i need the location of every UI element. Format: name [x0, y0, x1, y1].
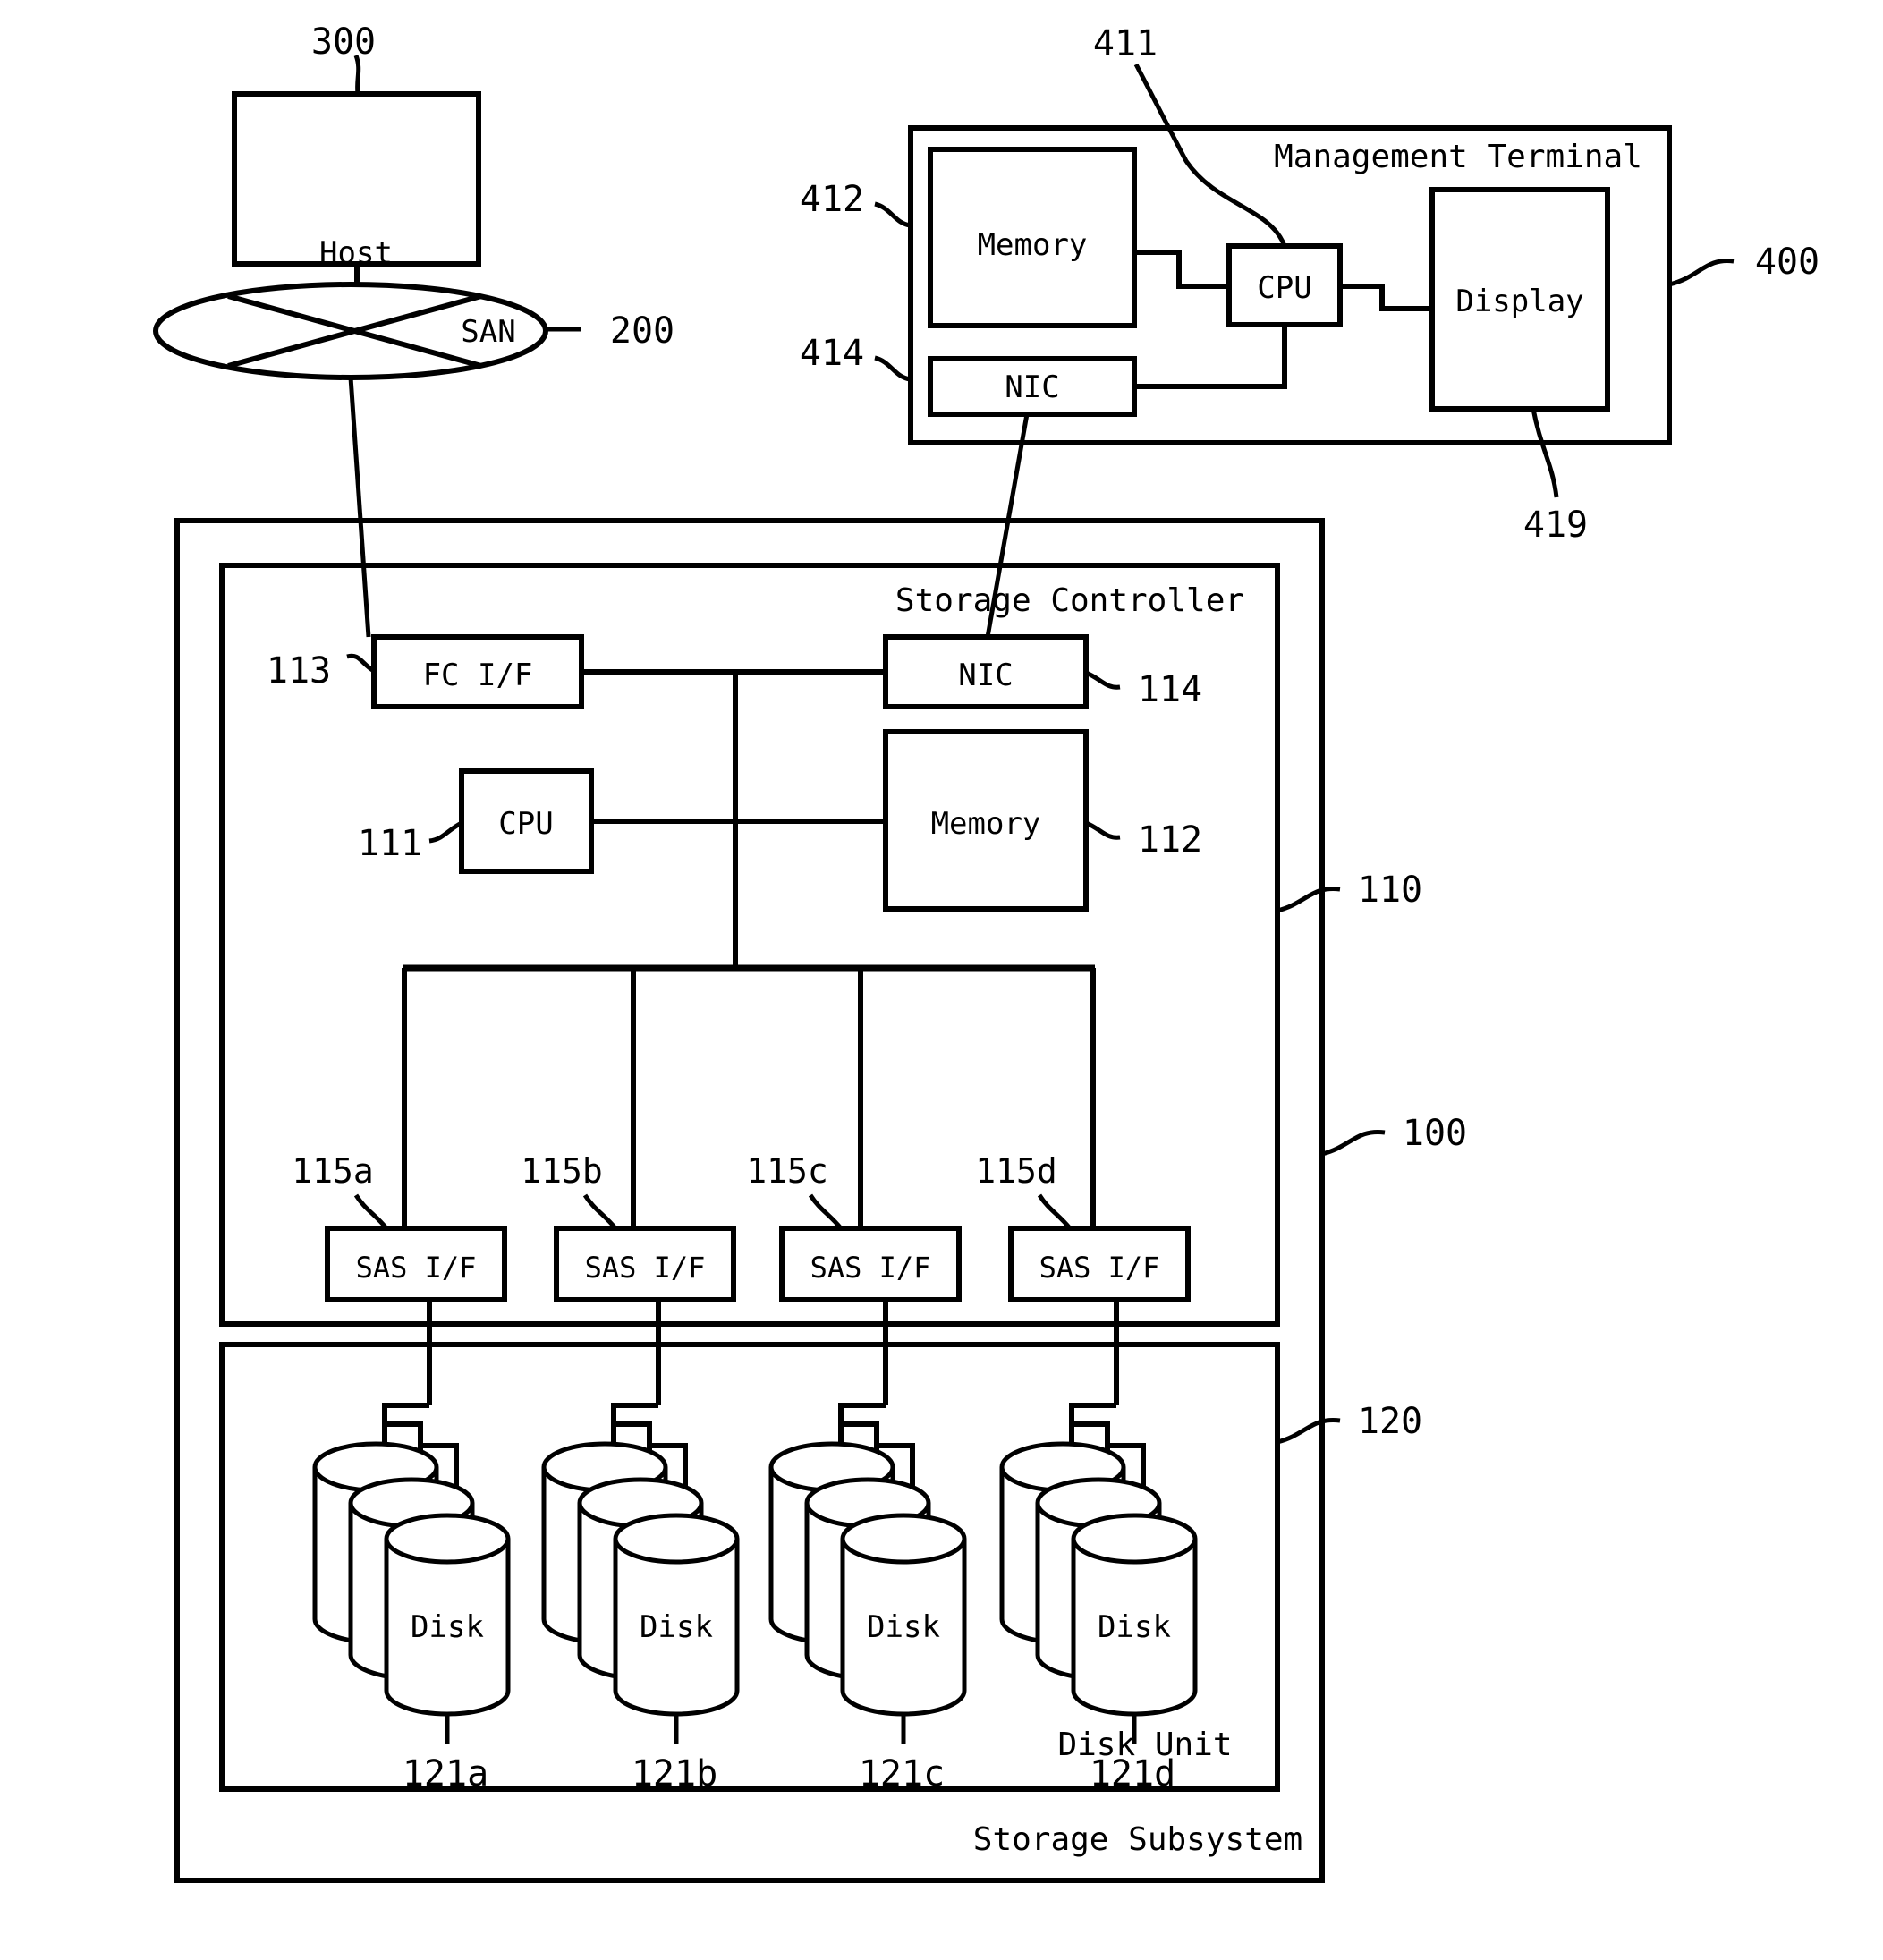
- mt-nic-label: NIC: [1005, 369, 1059, 405]
- storage-controller-title: Storage Controller: [895, 582, 1244, 619]
- system-diagram: Host 300 SAN 200 Management Terminal 400…: [0, 0, 1883, 1960]
- storage-nic-ref-number: 114: [1138, 669, 1202, 710]
- storage-subsystem-ref-number: 100: [1403, 1113, 1467, 1154]
- mt-nic-ref-number: 414: [800, 333, 864, 374]
- disk-unit-ref-number: 120: [1358, 1401, 1422, 1442]
- management-terminal-ref-number: 400: [1755, 242, 1819, 283]
- storage-memory-ref-number: 112: [1138, 819, 1202, 861]
- disk-ref-number-c: 121c: [859, 1753, 945, 1795]
- storage-nic-block: NIC: [883, 634, 1089, 709]
- mt-memory-label: Memory: [978, 227, 1088, 263]
- disk-label-c: Disk: [867, 1609, 940, 1645]
- fc-if-ref-number: 113: [267, 650, 331, 692]
- mt-memory-ref-number: 412: [800, 179, 864, 220]
- sas-if-block-c: SAS I/F: [779, 1226, 962, 1302]
- mt-cpu-ref-number: 411: [1093, 23, 1158, 64]
- storage-cpu-label: CPU: [498, 806, 553, 842]
- disk-label-d: Disk: [1098, 1609, 1171, 1645]
- sas-if-block-b: SAS I/F: [554, 1226, 736, 1302]
- mt-display-label: Display: [1455, 284, 1583, 319]
- sas-if-block-d: SAS I/F: [1008, 1226, 1191, 1302]
- san-cloud: SAN: [153, 282, 548, 380]
- disk-ref-number-d: 121d: [1090, 1753, 1175, 1795]
- mt-cpu-block: CPU: [1226, 243, 1343, 327]
- sas-if-ref-number-d: 115d: [975, 1151, 1057, 1191]
- storage-memory-block: Memory: [883, 729, 1089, 912]
- sas-if-label-b: SAS I/F: [585, 1251, 706, 1285]
- san-ref-number: 200: [610, 310, 674, 352]
- sas-if-ref-number-b: 115b: [521, 1151, 603, 1191]
- disk-label-b: Disk: [640, 1609, 713, 1645]
- sas-if-block-a: SAS I/F: [325, 1226, 507, 1302]
- disk-label-a: Disk: [411, 1609, 484, 1645]
- sas-if-label-a: SAS I/F: [356, 1251, 477, 1285]
- mt-cpu-label: CPU: [1257, 270, 1311, 306]
- mt-memory-block: Memory: [928, 147, 1137, 328]
- host-block: Host: [232, 91, 481, 271]
- storage-controller-ref-number: 110: [1358, 870, 1422, 911]
- storage-cpu-ref-number: 111: [358, 823, 422, 864]
- sas-if-ref-number-a: 115a: [292, 1151, 374, 1191]
- disk-ref-number-a: 121a: [403, 1753, 488, 1795]
- patent-figure-canvas: Host 300 SAN 200 Management Terminal 400…: [0, 0, 1883, 1960]
- disk-ref-number-b: 121b: [632, 1753, 717, 1795]
- storage-memory-label: Memory: [931, 806, 1041, 842]
- management-terminal-title: Management Terminal: [1274, 139, 1642, 175]
- sas-if-label-c: SAS I/F: [810, 1251, 931, 1285]
- mt-display-ref-number: 419: [1523, 505, 1588, 546]
- host-ref-number: 300: [311, 21, 376, 63]
- mt-nic-block: NIC: [928, 356, 1137, 417]
- fc-if-label: FC I/F: [423, 658, 533, 693]
- storage-cpu-block: CPU: [459, 768, 594, 874]
- san-label: SAN: [461, 314, 515, 350]
- sas-if-label-d: SAS I/F: [1039, 1251, 1160, 1285]
- mt-display-block: Display: [1429, 187, 1610, 412]
- fc-if-block: FC I/F: [371, 634, 584, 709]
- storage-subsystem-title: Storage Subsystem: [973, 1821, 1302, 1858]
- storage-nic-label: NIC: [958, 658, 1013, 693]
- sas-if-ref-number-c: 115c: [746, 1151, 828, 1191]
